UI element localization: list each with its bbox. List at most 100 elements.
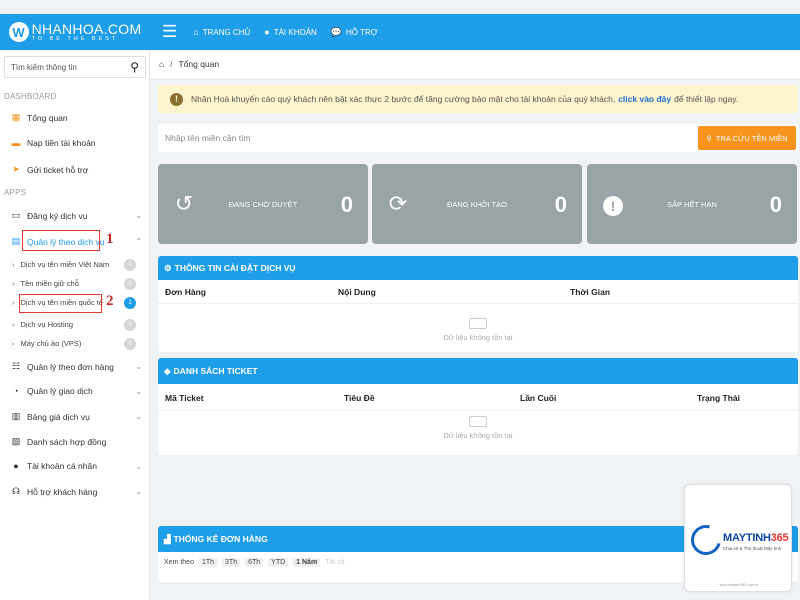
caret-right-icon: › [12, 339, 15, 348]
panel-header: ⚙ THÔNG TIN CÀI ĐẶT DỊCH VỤ [158, 256, 798, 280]
sidebar-sub-reserved-domain[interactable]: › Tên miền giữ chỗ 0 [12, 277, 140, 290]
highlight-box-1 [22, 230, 100, 251]
logo-name: NHANHOA.COM [31, 20, 142, 37]
sidebar-item-overview[interactable]: ▦ Tổng quan [10, 112, 144, 123]
services-panel: ⚙ THÔNG TIN CÀI ĐẶT DỊCH VỤ Đơn Hàng Nội … [158, 256, 798, 352]
sidebar-item-profile[interactable]: ● Tài khoản cá nhân ⌄ [10, 461, 144, 471]
filter-all[interactable]: Tất cả [325, 559, 344, 566]
panel-header: ◆ DANH SÁCH TICKET [158, 358, 798, 384]
empty-state: Dữ liệu không tồn tại [158, 411, 798, 440]
send-icon: ➤ [12, 164, 20, 174]
caret-right-icon: › [12, 260, 15, 269]
section-apps: APPS [4, 188, 27, 197]
logo[interactable]: W NHANHOA.COM TO BE THE BEST [0, 14, 150, 50]
sidebar-search[interactable]: Tìm kiếm thông tin ⚲ [4, 56, 146, 78]
breadcrumb: ⌂ / Tổng quan [150, 50, 800, 78]
sidebar-item-ticket[interactable]: ➤ Gửi ticket hỗ trợ [10, 164, 144, 175]
ticket-panel: ◆ DANH SÁCH TICKET Mã Ticket Tiêu Đề Lần … [158, 358, 798, 455]
server-icon: ▤ [11, 236, 21, 246]
sidebar: Tìm kiếm thông tin ⚲ DASHBOARD ▦ Tổng qua… [0, 50, 150, 600]
gear-icon: ⚙ [164, 262, 172, 273]
nav-support[interactable]: 💬 HỖ TRỢ [331, 27, 378, 38]
stat-value: 0 [340, 192, 353, 217]
search-icon: ⚲ [706, 133, 712, 143]
chat-icon: 💬 [330, 26, 343, 37]
caret-right-icon: › [12, 298, 15, 307]
table-header: Đơn Hàng Nội Dung Thời Gian [158, 280, 798, 304]
stat-initializing[interactable]: ⟳ ĐANG KHỞI TẠO 0 [372, 164, 582, 244]
search-input[interactable]: Tìm kiếm thông tin [11, 63, 77, 72]
sidebar-item-pricing[interactable]: ▥ Bảng giá dịch vụ ⌄ [10, 411, 144, 422]
domain-search-button[interactable]: ⚲ TRA CỨU TÊN MIỀN [698, 126, 796, 150]
wallet-icon: ▬ [11, 138, 21, 148]
sidebar-item-orders[interactable]: ☷ Quản lý theo đơn hàng ⌄ [10, 361, 144, 372]
search-icon[interactable]: ⚲ [130, 60, 139, 74]
breadcrumb-current: Tổng quan [178, 59, 220, 69]
home-icon[interactable]: ⌂ [159, 59, 164, 69]
hamburger-icon[interactable]: ☰ [162, 22, 177, 42]
alert-link[interactable]: click vào đây [618, 94, 671, 104]
sidebar-sub-hosting[interactable]: › Dịch vụ Hosting 0 [12, 318, 140, 331]
clipboard-icon: ▥ [11, 411, 21, 421]
filter-3th[interactable]: 3Th [222, 558, 241, 567]
tag-icon: ◆ [164, 365, 171, 376]
keyboard-icon: ▭ [11, 210, 21, 220]
pie-chart-icon: ◔ [13, 386, 19, 396]
document-icon: ▧ [11, 436, 21, 446]
sidebar-item-topup[interactable]: ▬ Nạp tiền tài khoản [10, 138, 144, 148]
caret-right-icon: › [12, 279, 15, 288]
chevron-down-icon: ⌄ [135, 362, 142, 371]
filter-1th[interactable]: 1Th [198, 558, 218, 567]
top-bar: W NHANHOA.COM TO BE THE BEST ☰ ⌂ TRANG CH… [0, 14, 800, 50]
filter-ytd[interactable]: YTD [268, 558, 289, 567]
security-alert: ! Nhân Hoà khuyến cáo quý khách nên bật … [158, 85, 798, 113]
filter-6th[interactable]: 6Th [245, 558, 264, 567]
logo-mark: W [8, 22, 29, 42]
headset-icon: ☊ [12, 486, 20, 496]
chevron-down-icon: ⌄ [135, 412, 142, 421]
sidebar-item-customer-support[interactable]: ☊ Hỗ trợ khách hàng ⌄ [10, 486, 144, 497]
nav-account[interactable]: ● TÀI KHOẢN [264, 27, 317, 37]
user-icon: ● [13, 461, 19, 471]
section-dashboard: DASHBOARD [4, 92, 57, 101]
inbox-icon [469, 416, 487, 427]
chevron-up-icon: ⌃ [135, 237, 142, 246]
sidebar-item-contracts[interactable]: ▧ Danh sách hợp đồng [10, 436, 144, 447]
watermark-logo: MAYTINH365 Chia sẻ & Thủ thuật Máy tính … [684, 484, 792, 592]
chevron-down-icon: ⌄ [135, 386, 142, 396]
sidebar-item-register[interactable]: ▭ Đăng ký dịch vụ ⌄ [10, 210, 144, 221]
annotation-2: 2 [106, 293, 114, 309]
chevron-down-icon: ⌄ [135, 461, 142, 471]
domain-input[interactable]: Nhập tên miền cần tìm [165, 133, 251, 143]
sidebar-sub-vn-domain[interactable]: › Dịch vụ tên miền Việt Nam 0 [12, 258, 140, 271]
chevron-down-icon: ⌄ [135, 487, 142, 496]
stat-expiring[interactable]: ! SẮP HẾT HẠN 0 [587, 164, 797, 244]
grid-icon: ▦ [11, 112, 21, 122]
caret-right-icon: › [12, 320, 15, 329]
domain-search: Nhập tên miền cần tìm ⚲ TRA CỨU TÊN MIỀN [158, 124, 798, 152]
stat-value: 0 [769, 192, 782, 217]
sidebar-item-transactions[interactable]: ◔ Quản lý giao dịch ⌄ [10, 386, 144, 396]
info-icon: ! [170, 92, 183, 106]
logo-tagline: TO BE THE BEST [31, 35, 119, 42]
nav-home[interactable]: ⌂ TRANG CHỦ [193, 27, 250, 37]
count-badge: 0 [124, 337, 136, 350]
count-badge: 1 [124, 296, 136, 309]
chevron-down-icon: ⌄ [135, 211, 142, 220]
list-icon: ☷ [11, 361, 21, 371]
chart-icon: ▟ [164, 533, 171, 544]
nav-bar: ☰ ⌂ TRANG CHỦ ● TÀI KHOẢN 💬 HỖ TRỢ [150, 14, 800, 50]
count-badge: 0 [124, 318, 136, 331]
inbox-icon [469, 318, 487, 329]
sidebar-sub-vps[interactable]: › Máy chủ ảo (VPS) 0 [12, 337, 140, 350]
home-icon: ⌂ [193, 27, 199, 37]
empty-state: Dữ liệu không tồn tại [158, 304, 798, 342]
count-badge: 0 [124, 258, 136, 271]
highlight-box-2 [19, 294, 102, 313]
user-icon: ● [264, 27, 270, 37]
filter-1year[interactable]: 1 Năm [293, 558, 321, 567]
stat-pending[interactable]: ↺ ĐANG CHỜ DUYỆT 0 [158, 164, 368, 244]
count-badge: 0 [124, 277, 136, 290]
stat-value: 0 [554, 192, 567, 217]
annotation-1: 1 [106, 231, 114, 247]
